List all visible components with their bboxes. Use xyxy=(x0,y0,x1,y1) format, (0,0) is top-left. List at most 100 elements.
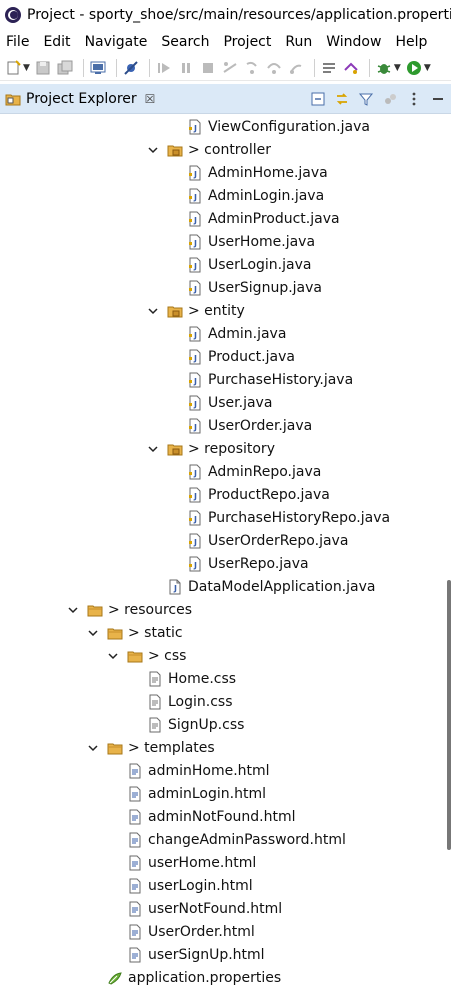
tree-item[interactable]: J UserRepo.java xyxy=(186,552,309,575)
tree-item[interactable]: Home.css xyxy=(146,667,236,690)
project-explorer-icon xyxy=(4,90,22,108)
tree-item[interactable]: userNotFound.html xyxy=(126,897,282,920)
css-file-icon xyxy=(146,670,164,688)
expand-chevron-icon[interactable] xyxy=(146,304,160,318)
svg-text:J: J xyxy=(193,538,197,547)
skip-breakpoints-icon[interactable] xyxy=(122,59,140,77)
tree-item[interactable]: application.properties xyxy=(106,966,281,987)
tree-item[interactable]: adminLogin.html xyxy=(126,782,266,805)
tree-item[interactable]: J PurchaseHistory.java xyxy=(186,368,353,391)
tree-item[interactable]: J AdminLogin.java xyxy=(186,184,324,207)
run-dropdown-icon[interactable]: ▼ xyxy=(424,63,431,73)
toolbar-separator xyxy=(313,58,315,77)
link-with-editor-icon[interactable] xyxy=(333,90,351,108)
tree-item[interactable]: userLogin.html xyxy=(126,874,253,897)
tree-item[interactable]: > repository xyxy=(146,437,275,460)
project-explorer-tab[interactable]: Project Explorer ☒ xyxy=(0,84,155,114)
menu-search[interactable]: Search xyxy=(161,34,209,50)
expand-chevron-icon[interactable] xyxy=(66,603,80,617)
tree-item[interactable]: userSignUp.html xyxy=(126,943,265,966)
eclipse-app-icon xyxy=(4,6,22,24)
vertical-scrollbar[interactable] xyxy=(447,580,451,850)
tree-item[interactable]: > controller xyxy=(146,138,271,161)
expand-chevron-icon[interactable] xyxy=(86,741,100,755)
menu-window[interactable]: Window xyxy=(326,34,381,50)
java-file-icon: J xyxy=(186,256,204,274)
tree-item[interactable]: J AdminHome.java xyxy=(186,161,328,184)
terminate-icon[interactable] xyxy=(199,59,217,77)
tree-item[interactable]: J DataModelApplication.java xyxy=(166,575,375,598)
tree-item[interactable]: J User.java xyxy=(186,391,272,414)
resume-icon[interactable] xyxy=(155,59,173,77)
save-all-icon[interactable] xyxy=(56,59,74,77)
html-file-icon xyxy=(126,900,144,918)
tree-item-label: userSignUp.html xyxy=(148,946,265,963)
expand-chevron-icon[interactable] xyxy=(106,649,120,663)
step-over-icon[interactable] xyxy=(265,59,283,77)
tree-item[interactable]: J Product.java xyxy=(186,345,295,368)
step-return-icon[interactable] xyxy=(287,59,305,77)
tree-item-label: Login.css xyxy=(168,693,233,710)
step-into-icon[interactable] xyxy=(243,59,261,77)
tree-item[interactable]: > entity xyxy=(146,299,245,322)
tree-item[interactable]: J UserLogin.java xyxy=(186,253,311,276)
debug-icon[interactable] xyxy=(375,59,393,77)
tree-item[interactable]: SignUp.css xyxy=(146,713,244,736)
tree-item-label: > resources xyxy=(108,601,193,618)
folder-icon xyxy=(126,647,144,665)
collapse-all-icon[interactable] xyxy=(309,90,327,108)
menu-help[interactable]: Help xyxy=(395,34,427,50)
svg-text:J: J xyxy=(193,377,197,386)
tree-item[interactable]: J AdminProduct.java xyxy=(186,207,340,230)
tree-item[interactable]: adminNotFound.html xyxy=(126,805,296,828)
html-file-icon xyxy=(126,831,144,849)
tree-item[interactable]: J UserOrder.java xyxy=(186,414,312,437)
filter-icon[interactable] xyxy=(357,90,375,108)
disconnect-icon[interactable] xyxy=(221,59,239,77)
tree-item[interactable]: J PurchaseHistoryRepo.java xyxy=(186,506,390,529)
menu-navigate[interactable]: Navigate xyxy=(85,34,148,50)
tree-item[interactable]: J UserHome.java xyxy=(186,230,315,253)
svg-text:J: J xyxy=(193,285,197,294)
suspend-icon[interactable] xyxy=(177,59,195,77)
debug-dropdown-icon[interactable]: ▼ xyxy=(394,63,401,73)
menu-file[interactable]: File xyxy=(6,34,29,50)
tree-item[interactable]: > resources xyxy=(66,598,192,621)
toggle-ant-icon[interactable] xyxy=(342,59,360,77)
tree-item[interactable]: > templates xyxy=(86,736,215,759)
expand-chevron-icon[interactable] xyxy=(146,442,160,456)
tree-item[interactable]: > css xyxy=(106,644,186,667)
expand-chevron-icon[interactable] xyxy=(146,143,160,157)
tree-item[interactable]: > static xyxy=(86,621,183,644)
minimize-icon[interactable] xyxy=(429,90,447,108)
tree-item[interactable]: J ProductRepo.java xyxy=(186,483,330,506)
html-file-icon xyxy=(126,785,144,803)
save-icon[interactable] xyxy=(34,59,52,77)
use-step-filters-icon[interactable] xyxy=(320,59,338,77)
tree-item[interactable]: J UserOrderRepo.java xyxy=(186,529,348,552)
tree-item-label: UserHome.java xyxy=(208,233,316,250)
tree-item[interactable]: J ViewConfiguration.java xyxy=(186,115,370,138)
open-console-icon[interactable] xyxy=(89,59,107,77)
run-icon[interactable] xyxy=(405,59,423,77)
tree-item[interactable]: J UserSignup.java xyxy=(186,276,322,299)
expand-chevron-icon[interactable] xyxy=(86,626,100,640)
focus-icon[interactable] xyxy=(381,90,399,108)
view-actions xyxy=(303,90,451,108)
new-icon[interactable] xyxy=(4,59,22,77)
folder-icon xyxy=(106,739,124,757)
tree-item[interactable]: J AdminRepo.java xyxy=(186,460,321,483)
new-dropdown-icon[interactable]: ▼ xyxy=(23,63,30,73)
menu-edit[interactable]: Edit xyxy=(43,34,70,50)
close-icon[interactable]: ☒ xyxy=(145,92,156,106)
project-tree: J ViewConfiguration.java > controller J Admi… xyxy=(0,115,447,987)
tree-item[interactable]: Login.css xyxy=(146,690,233,713)
tree-item[interactable]: userHome.html xyxy=(126,851,256,874)
tree-item[interactable]: J Admin.java xyxy=(186,322,286,345)
tree-item[interactable]: UserOrder.html xyxy=(126,920,255,943)
menu-run[interactable]: Run xyxy=(285,34,312,50)
menu-project[interactable]: Project xyxy=(223,34,271,50)
view-menu-icon[interactable] xyxy=(405,90,423,108)
tree-item[interactable]: adminHome.html xyxy=(126,759,270,782)
tree-item[interactable]: changeAdminPassword.html xyxy=(126,828,346,851)
